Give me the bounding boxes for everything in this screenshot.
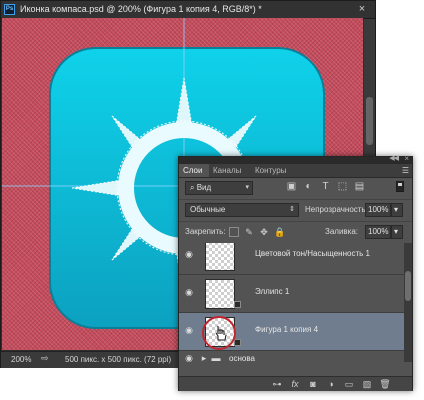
layer-thumbnail [205,279,235,309]
filter-toggle[interactable] [396,181,404,192]
zoom-level[interactable]: 200% [11,355,31,364]
lock-label: Закрепить: [185,227,226,236]
eye-icon[interactable]: ◉ [184,249,194,259]
pixel-filter-icon[interactable]: ▣ [286,181,297,192]
document-tab[interactable]: Ps Иконка компаса.psd @ 200% (Фигура 1 к… [1,1,375,19]
chevron-up-down-icon: ⇕ [289,206,295,213]
collapse-icon[interactable]: ◀◀ [389,154,399,162]
filter-kind-select[interactable]: ⌕ Вид ▾ [185,181,253,195]
eye-icon[interactable]: ◉ [184,287,194,297]
link-icon[interactable]: ⊶ [271,378,283,390]
lock-pixels-icon[interactable]: ✎ [244,227,254,237]
tab-paths[interactable]: Контуры [251,164,299,177]
tab-channels[interactable]: Каналы [209,164,251,177]
lock-transparency-icon[interactable] [229,227,239,237]
panel-bottom-bar: ⊶ fx ◙ ◑ ▭ ▧ 🗑 [179,376,412,391]
panel-header[interactable]: ◀◀ × [179,154,412,164]
folder-icon: ▬ [211,353,221,362]
adjustment-icon[interactable]: ◑ [325,378,337,390]
layers-panel: ◀◀ × Слои Каналы Контуры ☰ ⌕ Вид ▾ ▣ ◐ T… [178,154,413,391]
close-icon[interactable]: × [356,3,368,15]
new-layer-icon[interactable]: ▧ [361,378,373,390]
blend-mode-select[interactable]: Обычные ⇕ [185,203,299,217]
layer-row-selected[interactable]: ◉ Фигура 1 копия 4 [179,313,404,351]
status-menu-icon[interactable]: ⇨ [41,353,49,364]
filter-kind-value: Вид [196,183,212,192]
adjustment-filter-icon[interactable]: ◐ [303,181,314,192]
type-filter-icon[interactable]: T [320,181,331,192]
chevron-down-icon: ▾ [245,184,249,191]
eye-icon[interactable]: ◉ [184,353,194,362]
layer-row[interactable]: ◉ Эллипс 1 [179,275,404,313]
layer-row[interactable]: ◉ Цветовой тон/Насыщенность 1 [179,243,404,275]
fx-icon[interactable]: fx [289,378,301,390]
blend-mode-value: Обычные [190,205,226,214]
lock-position-icon[interactable]: ✥ [259,227,269,237]
document-info: 500 пикс. x 500 пикс. (72 ppi) [65,355,172,364]
mask-icon[interactable]: ◙ [307,378,319,390]
divider [179,221,412,222]
divider [179,199,412,200]
panel-tabs: Слои Каналы Контуры ☰ [179,164,412,178]
folder-icon[interactable]: ▭ [343,378,355,390]
fill-dropdown[interactable]: ▾ [391,225,403,239]
shape-badge-icon [234,339,241,346]
opacity-dropdown[interactable]: ▾ [391,203,403,217]
layer-group-row[interactable]: ◉ ▸ ▬ основа [179,351,404,362]
expand-arrow-icon[interactable]: ▸ [199,353,209,362]
layer-name[interactable]: основа [229,354,255,362]
fill-label: Заливка: [325,227,359,236]
search-icon: ⌕ [190,183,197,192]
tab-layers[interactable]: Слои [179,164,209,177]
lock-all-icon[interactable]: 🔒 [274,227,285,237]
opacity-label: Непрозрачность: [305,205,368,214]
document-title[interactable]: Иконка компаса.psd @ 200% (Фигура 1 копи… [20,3,262,16]
layer-thumbnail [205,243,235,271]
shape-badge-icon [234,301,241,308]
layer-list: ◉ Цветовой тон/Насыщенность 1 ◉ Эллипс 1… [179,243,404,362]
layer-name[interactable]: Фигура 1 копия 4 [255,325,318,334]
layer-list-scrollbar[interactable] [404,243,412,362]
fill-input[interactable]: 100% [365,225,391,239]
eye-icon[interactable]: ◉ [184,325,194,335]
hand-cursor-icon [215,326,227,341]
panel-close-icon[interactable]: × [404,154,409,163]
photoshop-icon: Ps [4,4,15,15]
panel-menu-icon[interactable]: ☰ [402,164,409,177]
layer-name[interactable]: Цветовой тон/Насыщенность 1 [255,249,370,258]
layer-name[interactable]: Эллипс 1 [255,287,289,296]
scrollbar-thumb[interactable] [405,271,411,301]
trash-icon[interactable]: 🗑 [379,378,391,390]
opacity-input[interactable]: 100% [365,203,391,217]
scrollbar-thumb[interactable] [366,97,373,145]
smart-object-filter-icon[interactable]: ▤ [354,181,365,192]
shape-filter-icon[interactable]: ⬚ [337,181,348,192]
